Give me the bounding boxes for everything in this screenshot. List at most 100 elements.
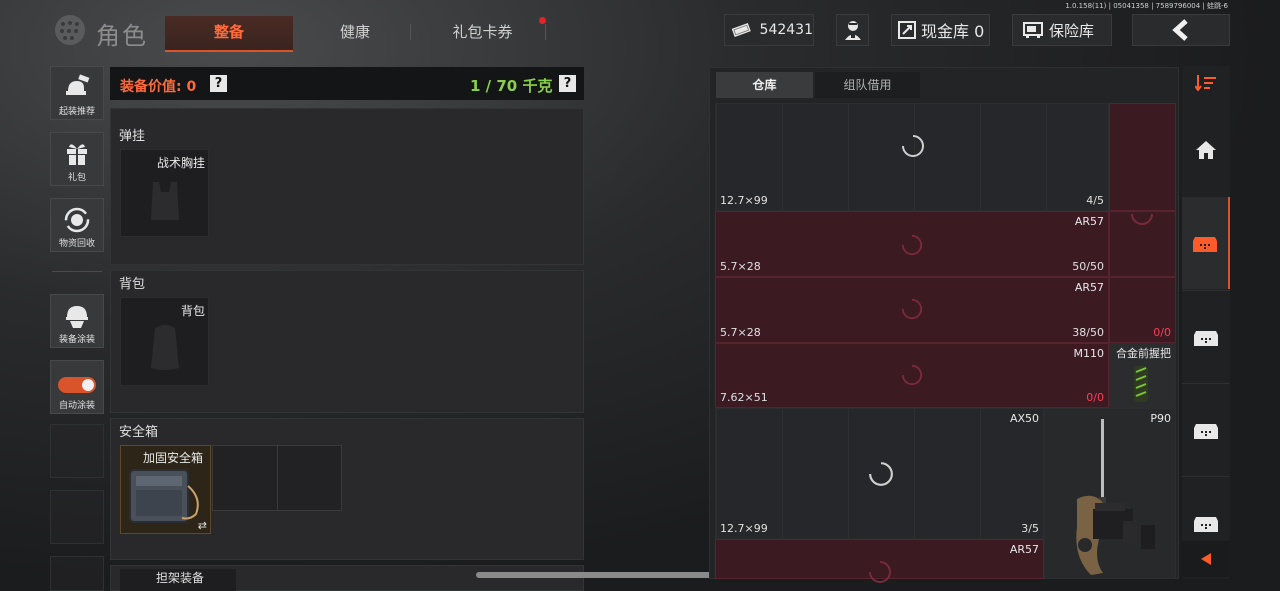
backpack-slot[interactable]: 背包 [120, 297, 209, 386]
tab-divider [410, 24, 411, 40]
item-name: AR57 [1074, 215, 1104, 228]
currency-display[interactable]: 542431 [724, 14, 814, 46]
sidebar-label: 装备涂装 [58, 335, 95, 345]
nav-storage-3[interactable] [1182, 383, 1230, 475]
tab-team-borrow[interactable]: 组队借用 [815, 72, 920, 98]
home-icon [1196, 141, 1216, 159]
chest-rig-placeholder-icon [151, 182, 179, 220]
safe-vault-button[interactable]: 保险库 [1012, 14, 1112, 46]
backpack-section: 背包 背包 [110, 270, 584, 413]
toggle-icon[interactable] [58, 377, 96, 393]
safe-box-section: 安全箱 加固安全箱 ⇄ [110, 418, 584, 560]
item-name: M110 [1073, 347, 1105, 360]
weight-display: 1 / 70 千克 [470, 77, 553, 95]
sidebar-label: 起装推荐 [58, 107, 95, 117]
tab-health[interactable]: 健康 [300, 16, 410, 50]
collapse-arrow-icon [1201, 553, 1211, 565]
section-title: 弹挂 [119, 129, 146, 144]
slot-label: 战术胸挂 [156, 156, 205, 170]
loading-spinner-icon [869, 561, 891, 583]
sidebar-item-gift[interactable]: 礼包 [50, 132, 104, 186]
chest-rig-slot[interactable]: 战术胸挂 [120, 149, 209, 237]
nav-storage-4[interactable] [1182, 476, 1230, 540]
swap-icon[interactable]: ⇄ [198, 519, 207, 532]
warehouse-item-ammo[interactable]: 12.7×99 4/5 [715, 103, 1109, 211]
loading-spinner-icon [902, 135, 924, 157]
sort-button[interactable] [1182, 66, 1230, 100]
tab-divider [545, 24, 546, 40]
warehouse-item-ammo[interactable]: AR57 [715, 539, 1044, 583]
sidebar-empty-slot [50, 424, 104, 478]
partial-slot[interactable]: 担架装备 [120, 569, 236, 591]
agent-icon [844, 21, 861, 40]
sidebar-item-loadout-recommend[interactable]: 起装推荐 [50, 66, 104, 120]
sidebar-divider [52, 271, 102, 272]
weight-help-button[interactable]: ? [559, 75, 576, 92]
grid-divider [277, 446, 278, 510]
sidebar-item-equipment-paint[interactable]: 装备涂装 [50, 294, 104, 348]
page-title: 角色 [96, 22, 148, 50]
character-logo-icon [50, 12, 90, 48]
foregrip-icon [1134, 366, 1148, 402]
warehouse-item-red[interactable] [1109, 103, 1176, 211]
warehouse-item-ammo[interactable]: M110 7.62×51 0/0 [715, 343, 1109, 408]
back-button[interactable] [1132, 14, 1230, 46]
sidebar-empty-slot [50, 556, 104, 591]
sidebar-label: 礼包 [67, 173, 86, 183]
sidebar-item-recycle[interactable]: 物资回收 [50, 198, 104, 252]
toggle-knob [82, 379, 94, 391]
loading-spinner-icon [901, 234, 923, 256]
cash-vault-label: 现金库 0 [921, 22, 985, 41]
item-count: 38/50 [1072, 326, 1104, 339]
slot-label: 背包 [180, 304, 205, 318]
storage-box-icon [1194, 330, 1218, 346]
agent-button[interactable] [836, 14, 869, 46]
warehouse-item-ammo[interactable]: AR57 5.7×28 38/50 [715, 277, 1109, 343]
nav-storage-1[interactable] [1182, 197, 1230, 289]
item-count: 0/0 [1153, 326, 1171, 339]
loadout-icon [66, 74, 90, 95]
item-caliber: 12.7×99 [720, 194, 768, 207]
nav-home[interactable] [1182, 104, 1230, 196]
sidebar-item-auto-paint[interactable]: 自动涂装 [50, 360, 104, 414]
storage-box-icon [1194, 423, 1218, 439]
warehouse-item-red[interactable] [1109, 211, 1176, 277]
item-count: 50/50 [1072, 260, 1104, 273]
tab-gift-coupons[interactable]: 礼包卡券 [420, 16, 545, 50]
helmet-paint-icon [66, 306, 88, 328]
notification-dot [539, 17, 546, 24]
item-count: 4/5 [1086, 194, 1104, 207]
cash-vault-button[interactable]: 现金库 0 [891, 14, 990, 46]
currency-amount: 542431 [759, 22, 813, 38]
back-arrow-icon [1172, 19, 1188, 41]
warehouse-item-red[interactable]: 0/0 [1109, 277, 1176, 343]
sidebar-label: 物资回收 [58, 239, 95, 249]
reinforced-safe-box-icon [129, 469, 199, 523]
tab-warehouse[interactable]: 仓库 [716, 72, 813, 98]
warehouse-item-sniper[interactable]: AX50 12.7×99 3/5 [715, 408, 1044, 539]
tab-loadout[interactable]: 整备 [165, 16, 293, 52]
p90-smg-icon [1076, 419, 1155, 575]
section-title: 安全箱 [119, 425, 159, 440]
safe-icon [1023, 22, 1043, 38]
item-caliber: 5.7×28 [720, 260, 761, 273]
sort-icon [1195, 75, 1216, 91]
sidebar-empty-slot [50, 490, 104, 544]
section-title: 背包 [119, 277, 146, 292]
item-count: 0/0 [1086, 391, 1104, 404]
equipment-value: 装备价值: 0 [120, 79, 197, 95]
warehouse-item-grip[interactable]: 合金前握把 [1109, 343, 1176, 408]
item-name: AR57 [1009, 543, 1039, 556]
banknote-icon [731, 23, 751, 37]
warehouse-item-smg[interactable]: P90 [1044, 408, 1176, 579]
item-name: AR57 [1074, 281, 1104, 294]
collapse-button[interactable] [1182, 541, 1230, 577]
loading-spinner-icon [901, 298, 923, 320]
warehouse-item-ammo[interactable]: AR57 5.7×28 50/50 [715, 211, 1109, 277]
safe-box-storage-grid [212, 445, 342, 511]
safe-box-slot[interactable]: 加固安全箱 ⇄ [120, 445, 211, 534]
item-caliber: 7.62×51 [720, 391, 768, 404]
item-caliber: 12.7×99 [720, 522, 768, 535]
value-help-button[interactable]: ? [210, 75, 227, 92]
nav-storage-2[interactable] [1182, 290, 1230, 382]
